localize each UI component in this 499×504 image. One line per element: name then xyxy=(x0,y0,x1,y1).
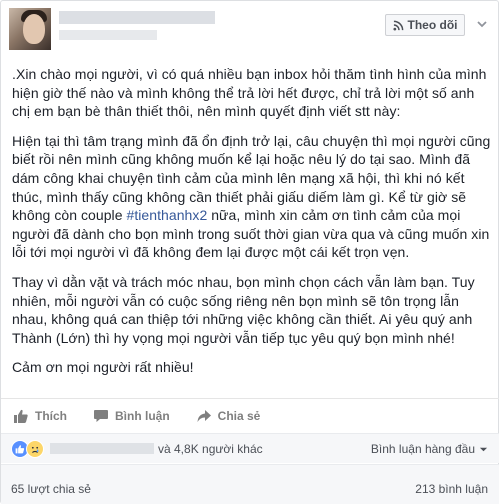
post-content: .Xin chào mọi người, vì có quá nhiều bạn… xyxy=(12,65,494,388)
post-paragraph-2: Hiện tại thì tâm trạng mình đã ổn định t… xyxy=(12,132,494,262)
like-button[interactable]: Thích xyxy=(13,408,67,424)
reaction-summary[interactable]: và 4,8K người khác xyxy=(158,442,263,456)
comment-order-dropdown[interactable]: Bình luận hàng đầu xyxy=(371,442,488,456)
avatar-face xyxy=(23,14,45,44)
follow-button[interactable]: Theo dõi xyxy=(385,14,465,36)
reacting-friend-blurred[interactable] xyxy=(50,443,154,454)
comment-order-label: Bình luận hàng đầu xyxy=(370,442,475,456)
facebook-post: Theo dõi .Xin chào mọi người, vì có quá … xyxy=(0,0,499,504)
post-paragraph-3: Thay vì dằn vặt và trách móc nhau, bọn m… xyxy=(12,273,475,346)
chevron-down-icon xyxy=(479,447,488,451)
like-label: Thích xyxy=(35,408,67,423)
chevron-down-icon[interactable] xyxy=(475,17,489,31)
comment-button[interactable]: Bình luận xyxy=(93,408,170,424)
share-icon xyxy=(197,409,211,422)
post-paragraph-1: .Xin chào mọi người, vì có quá nhiều bạn… xyxy=(12,66,487,120)
like-icon xyxy=(14,409,28,423)
comment-count[interactable]: 213 bình luận xyxy=(415,482,488,496)
rss-icon xyxy=(392,20,403,31)
share-label: Chia sẻ xyxy=(217,408,261,423)
comment-label: Bình luận xyxy=(115,408,170,423)
follow-label: Theo dõi xyxy=(407,18,458,32)
comment-icon xyxy=(94,409,108,422)
action-bar: Thích Bình luận Chia sẻ xyxy=(1,398,499,432)
share-count[interactable]: 65 lượt chia sẻ xyxy=(11,482,91,496)
sad-reaction-icon[interactable] xyxy=(26,439,44,458)
hashtag-link[interactable]: #tienthanhx2 xyxy=(127,207,208,223)
post-footer: 65 lượt chia sẻ 213 bình luận xyxy=(1,464,499,504)
author-name-blurred[interactable] xyxy=(59,11,215,24)
post-paragraph-4: Cảm ơn mọi người rất nhiều! xyxy=(12,359,194,376)
post-time-blurred[interactable] xyxy=(59,30,157,40)
share-button[interactable]: Chia sẻ xyxy=(196,408,261,424)
avatar[interactable] xyxy=(9,8,51,50)
reactions-bar: và 4,8K người khác Bình luận hàng đầu xyxy=(1,433,499,463)
